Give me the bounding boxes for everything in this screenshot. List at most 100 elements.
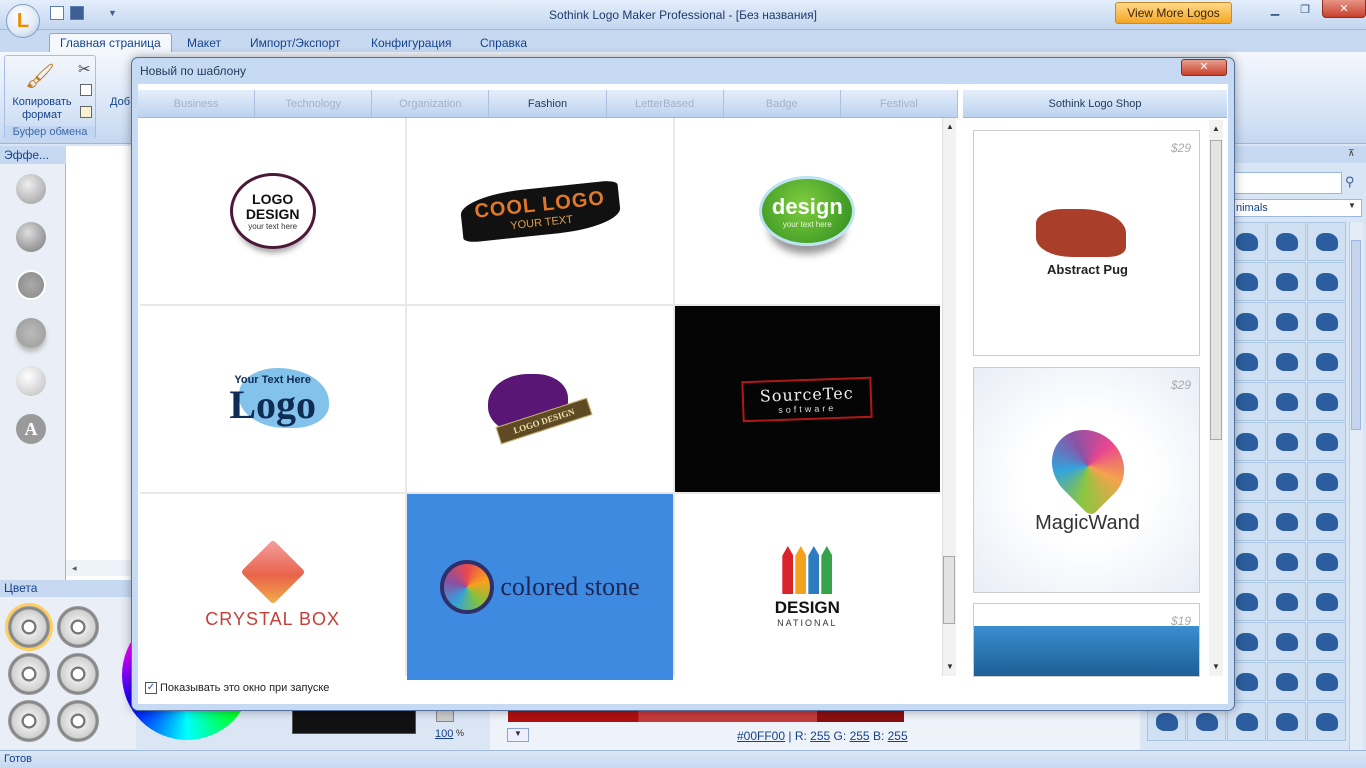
template-card[interactable]: Your Text Here Logo (140, 306, 406, 492)
effect-preset-2[interactable] (16, 222, 46, 252)
shape-cell[interactable] (1307, 662, 1346, 701)
tab-help[interactable]: Справка (470, 33, 537, 52)
view-more-logos-button[interactable]: View More Logos (1115, 2, 1232, 24)
shape-cell[interactable] (1307, 462, 1346, 501)
gradient-dropdown-button[interactable]: ▼ (507, 728, 529, 742)
tab-import-export[interactable]: Импорт/Экспорт (240, 33, 350, 52)
gradient-type-3[interactable] (8, 653, 50, 695)
tab-logo-shop[interactable]: Sothink Logo Shop (963, 90, 1227, 118)
b-value[interactable]: 255 (888, 729, 908, 743)
shape-cell[interactable] (1307, 702, 1346, 741)
scroll-down-icon[interactable]: ▼ (946, 662, 954, 671)
app-menu-button[interactable]: L (6, 4, 40, 38)
template-card[interactable]: COOL LOGO YOUR TEXT (407, 118, 673, 304)
template-card[interactable]: design your text here (674, 118, 940, 304)
search-icon[interactable]: ⚲ (1345, 174, 1355, 190)
shape-cell[interactable] (1267, 462, 1306, 501)
g-value[interactable]: 255 (850, 729, 870, 743)
tab-letterbased[interactable]: LetterBased (607, 90, 724, 117)
shape-cell[interactable] (1267, 342, 1306, 381)
shape-cell[interactable] (1307, 302, 1346, 341)
canvas-area[interactable] (66, 146, 136, 580)
tab-festival[interactable]: Festival (841, 90, 958, 117)
tab-layout[interactable]: Макет (177, 33, 231, 52)
shape-cell[interactable] (1307, 582, 1346, 621)
format-painter-icon[interactable]: 🖌 (22, 62, 58, 92)
tab-badge[interactable]: Badge (724, 90, 841, 117)
scroll-up-icon[interactable]: ▲ (1212, 124, 1220, 133)
shop-item[interactable]: $29 Abstract Pug (973, 130, 1200, 356)
shape-cell[interactable] (1267, 302, 1306, 341)
template-card[interactable]: CRYSTAL BOX (140, 494, 406, 680)
shape-cell[interactable] (1307, 342, 1346, 381)
tab-business[interactable]: Business (138, 90, 256, 117)
shape-cell[interactable] (1267, 622, 1306, 661)
opacity-swatch[interactable] (436, 710, 454, 722)
text-effect-icon[interactable]: A (16, 414, 46, 444)
tab-configuration[interactable]: Конфигурация (361, 33, 462, 52)
add-button-label[interactable]: Доб (110, 96, 130, 108)
shape-cell[interactable] (1267, 422, 1306, 461)
tab-technology[interactable]: Technology (255, 90, 373, 117)
shape-cell[interactable] (1307, 542, 1346, 581)
template-card[interactable]: DESIGN NATIONAL (674, 494, 940, 680)
shape-cell[interactable] (1267, 662, 1306, 701)
minimize-icon[interactable]: ▁ (1262, 0, 1288, 18)
shop-scroll-thumb[interactable] (1210, 140, 1222, 440)
pin-icon[interactable]: ⊼ (1348, 148, 1355, 159)
shape-cell[interactable] (1267, 702, 1306, 741)
hex-value[interactable]: #00FF00 (737, 729, 785, 743)
template-card[interactable]: LOGO DESIGN (407, 306, 673, 492)
shape-cell[interactable] (1267, 262, 1306, 301)
shape-category-select[interactable]: nimals (1232, 199, 1362, 217)
template-grid-scroll-thumb[interactable] (943, 556, 955, 624)
maximize-icon[interactable]: ❐ (1292, 0, 1318, 18)
scroll-up-icon[interactable]: ▲ (946, 122, 954, 131)
gradient-type-2[interactable] (57, 606, 99, 648)
r-value[interactable]: 255 (810, 729, 830, 743)
template-card[interactable]: LOGO DESIGN your text here (140, 118, 406, 304)
tab-home[interactable]: Главная страница (49, 33, 172, 52)
copy-format-button[interactable]: Копировать формат (6, 96, 78, 122)
shop-item[interactable]: $19 (973, 603, 1200, 677)
paste-icon[interactable] (80, 106, 92, 118)
shape-cell[interactable] (1307, 422, 1346, 461)
tab-fashion[interactable]: Fashion (489, 90, 607, 117)
shape-search-input[interactable] (1232, 172, 1342, 194)
shape-cell[interactable] (1267, 542, 1306, 581)
horizontal-scrollbar[interactable]: ◂ (66, 560, 136, 576)
shape-cell[interactable] (1267, 502, 1306, 541)
copy-icon[interactable] (80, 84, 92, 96)
shape-cell[interactable] (1307, 222, 1346, 261)
animal-shape-icon (1235, 552, 1258, 571)
chevron-down-icon[interactable]: ▼ (1345, 201, 1359, 215)
effect-preset-3[interactable] (16, 270, 46, 300)
shop-item[interactable]: $29 MagicWand (973, 367, 1200, 593)
shape-cell[interactable] (1307, 262, 1346, 301)
shape-grid-scroll-thumb[interactable] (1351, 240, 1361, 430)
gradient-type-6[interactable] (57, 700, 99, 742)
shape-cell[interactable] (1267, 382, 1306, 421)
cut-icon[interactable]: ✂ (78, 60, 91, 78)
tab-organization[interactable]: Organization (372, 90, 490, 117)
scroll-down-icon[interactable]: ▼ (1212, 662, 1220, 671)
show-on-startup-checkbox[interactable]: ✓ (145, 682, 157, 694)
effect-preset-5[interactable] (16, 366, 46, 396)
gradient-type-4[interactable] (57, 653, 99, 695)
effect-preset-1[interactable] (16, 174, 46, 204)
shape-cell[interactable] (1307, 622, 1346, 661)
shape-cell[interactable] (1267, 582, 1306, 621)
animal-shape-icon (1315, 272, 1338, 291)
close-window-icon[interactable]: ✕ (1322, 0, 1366, 18)
effect-preset-4[interactable] (16, 318, 46, 348)
gradient-type-1[interactable] (8, 606, 50, 648)
magic-wand-icon (1037, 415, 1139, 517)
gradient-type-5[interactable] (8, 700, 50, 742)
dialog-close-button[interactable]: ✕ (1181, 59, 1227, 76)
template-card[interactable]: SourceTec software (674, 306, 940, 492)
shape-cell[interactable] (1267, 222, 1306, 261)
template-card[interactable]: colored stone (407, 494, 673, 680)
opacity-value[interactable]: 100 (435, 728, 453, 740)
shape-cell[interactable] (1307, 382, 1346, 421)
shape-cell[interactable] (1307, 502, 1346, 541)
